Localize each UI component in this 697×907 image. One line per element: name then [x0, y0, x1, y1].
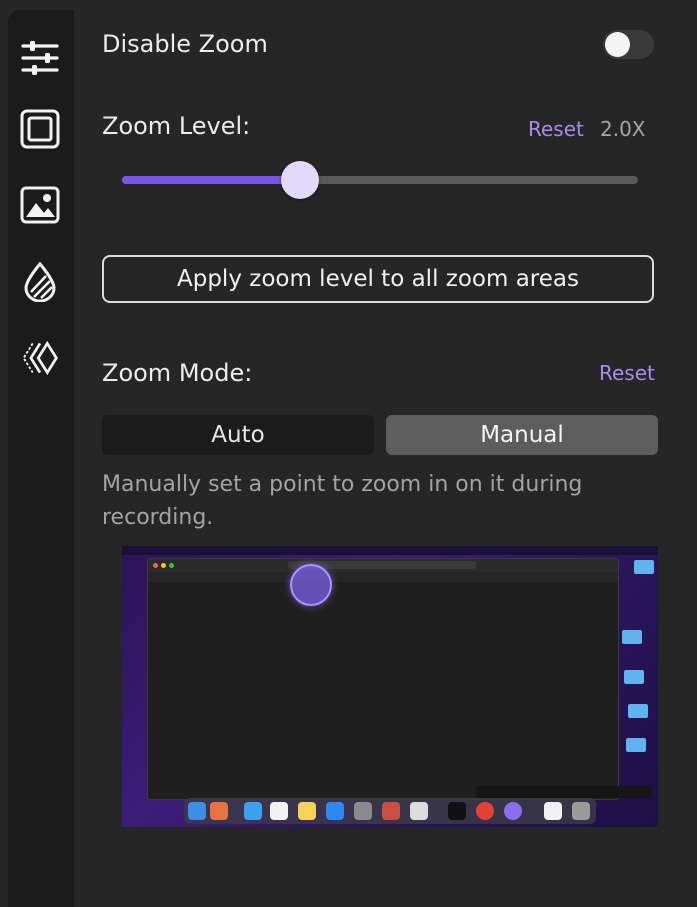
folder-icon [628, 704, 648, 718]
app-icon [382, 802, 400, 820]
disable-zoom-label: Disable Zoom [102, 30, 268, 58]
sliders-icon [21, 41, 59, 75]
toggle-knob [605, 32, 630, 57]
sidebar-item-frame[interactable] [20, 109, 60, 149]
slider-fill [122, 176, 301, 184]
zoom-mode-label: Zoom Mode: [102, 359, 253, 387]
minimize-dot [161, 563, 166, 568]
preview-menubar [122, 546, 658, 555]
folder-icon [634, 560, 654, 574]
preview-dock [184, 798, 596, 824]
sidebar-item-shadow[interactable] [20, 262, 60, 302]
slider-thumb[interactable] [281, 161, 320, 199]
preview-browser-window [147, 558, 619, 800]
preview-recording-bar [477, 786, 652, 798]
document-icon [544, 802, 562, 820]
zoom-preview-image [122, 546, 658, 827]
calendar-icon [270, 802, 288, 820]
sidebar-item-background[interactable] [20, 185, 60, 225]
disable-zoom-toggle[interactable] [603, 30, 654, 59]
sidebar-item-settings[interactable] [20, 38, 60, 78]
frame-icon [20, 109, 60, 149]
terminal-icon [448, 802, 466, 820]
zoom-mode-manual-button[interactable]: Manual [386, 415, 658, 455]
zoom-point-indicator [290, 564, 332, 606]
zoom-level-reset-link[interactable]: Reset [528, 117, 584, 141]
zoom-mode-reset-link[interactable]: Reset [599, 361, 655, 385]
appstore-icon [326, 802, 344, 820]
preview-tabs [148, 572, 618, 582]
sidebar [8, 10, 74, 907]
zoom-level-value: 2.0X [600, 117, 646, 141]
folder-icon [624, 670, 644, 684]
zoom-level-label: Zoom Level: [102, 112, 251, 140]
drop-icon [24, 262, 56, 302]
settings-icon [354, 802, 372, 820]
preview-titlebar [148, 559, 618, 572]
launchpad-icon [210, 802, 228, 820]
close-dot [153, 563, 158, 568]
safari-icon [244, 802, 262, 820]
zoom-mode-auto-button[interactable]: Auto [102, 415, 374, 455]
finder-icon [188, 802, 206, 820]
chevrons-icon [22, 340, 58, 376]
zoom-mode-description: Manually set a point to zoom in on it du… [102, 472, 583, 530]
folder-icon [622, 630, 642, 644]
preview-app-icon [410, 802, 428, 820]
folder-icon [626, 738, 646, 752]
zoom-level-slider[interactable] [122, 161, 638, 199]
maximize-dot [169, 563, 174, 568]
chrome-icon [476, 802, 494, 820]
trash-icon [572, 802, 590, 820]
image-icon [20, 186, 60, 224]
sidebar-item-transitions[interactable] [20, 338, 60, 378]
apply-zoom-all-button[interactable]: Apply zoom level to all zoom areas [102, 255, 654, 303]
notes-icon [298, 802, 316, 820]
recorder-icon [504, 802, 522, 820]
